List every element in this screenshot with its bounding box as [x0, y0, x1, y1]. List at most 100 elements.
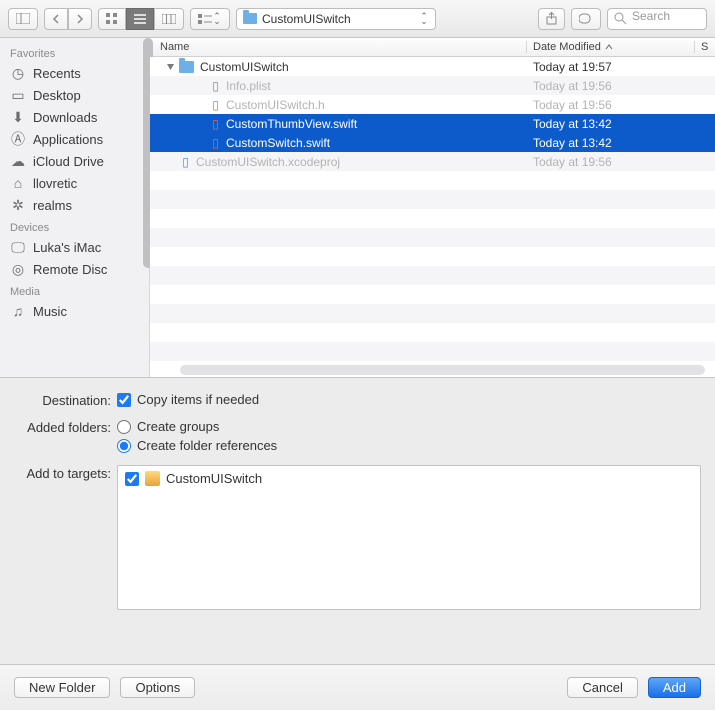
file-row-empty — [150, 209, 715, 228]
sidebar-toggle-button[interactable] — [8, 8, 38, 30]
forward-button[interactable] — [68, 8, 92, 30]
view-mode-buttons — [98, 8, 184, 30]
sidebar-item-icon: 🖵 — [10, 239, 26, 255]
file-icon: ▯ — [209, 135, 222, 150]
sidebar-item-label: Remote Disc — [33, 262, 107, 277]
file-date: Today at 13:42 — [527, 136, 715, 150]
group-by-button[interactable]: ⌃⌄ — [190, 8, 230, 30]
add-targets-label: Add to targets: — [22, 465, 117, 481]
folder-icon — [243, 13, 257, 24]
file-list: CustomUISwitch Today at 19:57 ▯ Info.plist T… — [150, 57, 715, 377]
share-icon — [546, 12, 557, 25]
nav-buttons — [44, 8, 92, 30]
sidebar-item-label: Applications — [33, 132, 103, 147]
file-row[interactable]: CustomUISwitch Today at 19:57 — [150, 57, 715, 76]
file-icon: ▯ — [209, 116, 222, 131]
file-name: Info.plist — [226, 79, 271, 93]
sidebar-item[interactable]: ☁iCloud Drive — [0, 150, 149, 172]
footer: New Folder Options Cancel Add — [0, 664, 715, 710]
toolbar: ⌃⌄ CustomUISwitch ⌃⌄ Search — [0, 0, 715, 38]
browser-split: Favorites◷Recents▭Desktop⬇DownloadsⒶAppl… — [0, 38, 715, 378]
file-pane: Name Date Modified S CustomUISwitch Today… — [150, 38, 715, 377]
file-date: Today at 13:42 — [527, 117, 715, 131]
sidebar-item-label: llovretic — [33, 176, 77, 191]
sidebar: Favorites◷Recents▭Desktop⬇DownloadsⒶAppl… — [0, 38, 150, 377]
file-row[interactable]: ▯ CustomThumbView.swift Today at 13:42 — [150, 114, 715, 133]
file-header: Name Date Modified S — [150, 38, 715, 57]
sidebar-item[interactable]: ◷Recents — [0, 62, 149, 84]
updown-icon: ⌃⌄ — [419, 14, 429, 24]
sidebar-item-icon: ♫ — [10, 303, 26, 319]
sidebar-item-label: Desktop — [33, 88, 81, 103]
column-size[interactable]: S — [695, 41, 715, 53]
file-date: Today at 19:57 — [527, 60, 715, 74]
chevron-right-icon — [76, 14, 84, 24]
group-icon — [198, 14, 212, 24]
file-name: CustomThumbView.swift — [226, 117, 357, 131]
back-button[interactable] — [44, 8, 68, 30]
options-panel: Destination: Copy items if needed Added … — [0, 378, 715, 632]
list-icon — [134, 14, 146, 24]
chevron-left-icon — [52, 14, 60, 24]
file-row-empty — [150, 190, 715, 209]
targets-list[interactable]: CustomUISwitch — [117, 465, 701, 610]
sidebar-section: Devices — [0, 216, 149, 236]
sidebar-item-icon: ◷ — [10, 65, 26, 81]
sidebar-item-icon: ◎ — [10, 261, 26, 277]
column-view-button[interactable] — [154, 8, 184, 30]
app-icon — [145, 471, 160, 486]
file-row[interactable]: ▯ CustomUISwitch.xcodeproj Today at 19:56 — [150, 152, 715, 171]
file-row[interactable]: ▯ Info.plist Today at 19:56 — [150, 76, 715, 95]
sidebar-item-label: iCloud Drive — [33, 154, 104, 169]
folder-icon — [179, 61, 194, 73]
sidebar-item[interactable]: ⌂ llovretic — [0, 172, 149, 194]
sidebar-item[interactable]: ⒶApplications — [0, 128, 149, 150]
file-date: Today at 19:56 — [527, 155, 715, 169]
sidebar-item-icon: ✲ — [10, 197, 26, 213]
path-dropdown[interactable]: CustomUISwitch ⌃⌄ — [236, 8, 436, 30]
tags-button[interactable] — [571, 8, 601, 30]
file-row[interactable]: ▯ CustomSwitch.swift Today at 13:42 — [150, 133, 715, 152]
horizontal-scrollbar[interactable] — [180, 365, 705, 375]
file-row-empty — [150, 171, 715, 190]
file-row[interactable]: ▯CustomUISwitch.hToday at 19:56 — [150, 95, 715, 114]
file-icon: ▯ — [179, 154, 192, 169]
file-name: CustomUISwitch.xcodeproj — [196, 155, 340, 169]
sidebar-item-icon: ⌂ — [10, 175, 26, 191]
new-folder-button[interactable]: New Folder — [14, 677, 110, 698]
file-row-empty — [150, 323, 715, 342]
file-row-empty — [150, 266, 715, 285]
options-button[interactable]: Options — [120, 677, 195, 698]
sidebar-item[interactable]: ✲realms — [0, 194, 149, 216]
file-name: CustomSwitch.swift — [226, 136, 330, 150]
sidebar-item-label: Luka's iMac — [33, 240, 101, 255]
search-input[interactable]: Search — [607, 8, 707, 30]
file-row-empty — [150, 285, 715, 304]
sidebar-item[interactable]: ⬇Downloads — [0, 106, 149, 128]
sidebar-section: Media — [0, 280, 149, 300]
target-item[interactable]: CustomUISwitch — [125, 471, 693, 486]
sidebar-item[interactable]: ▭Desktop — [0, 84, 149, 106]
file-name: CustomUISwitch — [200, 60, 289, 74]
file-row-empty — [150, 247, 715, 266]
search-icon — [614, 12, 627, 25]
file-date: Today at 19:56 — [527, 79, 715, 93]
file-icon: ▯ — [209, 78, 222, 93]
added-folders-label: Added folders: — [22, 419, 117, 435]
column-date[interactable]: Date Modified — [527, 41, 695, 53]
create-groups-radio[interactable]: Create groups — [117, 419, 701, 434]
sidebar-item[interactable]: ◎ Remote Disc — [0, 258, 149, 280]
sort-asc-icon — [605, 44, 613, 50]
copy-items-checkbox[interactable]: Copy items if needed — [117, 392, 701, 407]
cancel-button[interactable]: Cancel — [567, 677, 637, 698]
add-button[interactable]: Add — [648, 677, 701, 698]
sidebar-item-icon: ⬇ — [10, 109, 26, 125]
sidebar-item[interactable]: 🖵 Luka's iMac — [0, 236, 149, 258]
icon-view-button[interactable] — [98, 8, 126, 30]
sidebar-item[interactable]: ♫Music — [0, 300, 149, 322]
create-refs-radio[interactable]: Create folder references — [117, 438, 701, 453]
column-name[interactable]: Name — [150, 41, 527, 53]
share-button[interactable] — [538, 8, 565, 30]
disclosure-triangle-icon[interactable] — [166, 62, 175, 71]
list-view-button[interactable] — [126, 8, 154, 30]
